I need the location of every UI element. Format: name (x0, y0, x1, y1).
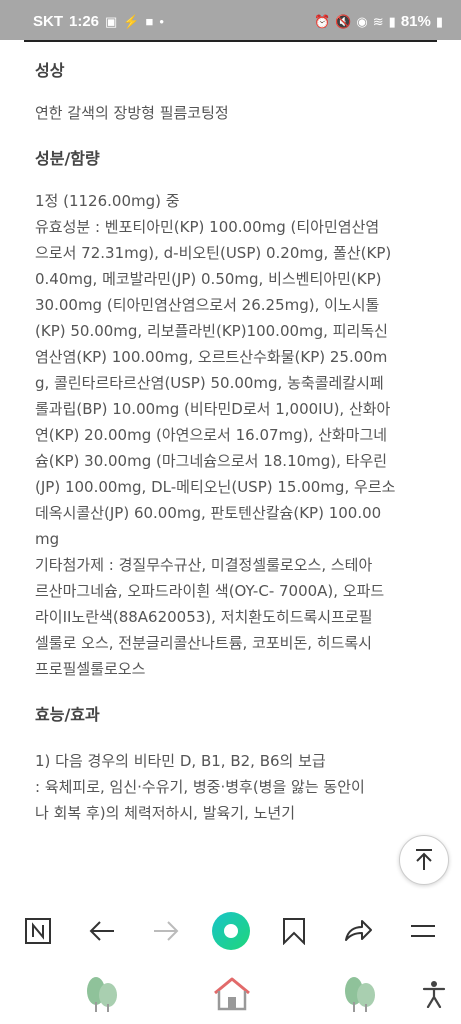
section-line: 연(KP) 20.00mg (아연으로서 16.07mg), 산화마그네 (35, 426, 388, 444)
carrier-label: SKT (33, 13, 63, 30)
tree-icon[interactable] (340, 974, 380, 1014)
section-line: 기타첨가제 : 경질무수규산, 미결정셀룰로오스, 스테아 (35, 556, 373, 574)
drug-info-content: 성상 연한 갈색의 장방형 필름코팅정 성분/함량 1정 (1126.00mg)… (35, 60, 435, 900)
signal-off-icon: ⚡ (123, 13, 140, 29)
bookmark-icon[interactable] (276, 913, 312, 949)
section-line: 0.40mg, 메코발라민(JP) 0.50mg, 비스벤티아민(KP) (35, 270, 382, 288)
arrow-up-icon (416, 849, 432, 870)
alarm-icon: ⏰ (314, 13, 331, 29)
scroll-to-top-button[interactable] (399, 835, 449, 885)
home-icon[interactable] (211, 974, 253, 1014)
naver-n-icon[interactable] (20, 913, 56, 949)
section-line: mg (35, 530, 60, 548)
system-navbar (0, 962, 461, 1024)
section-line: g, 콜린타르타르산염(USP) 50.00mg, 농축콜레칼시페 (35, 374, 384, 392)
section-line: 연한 갈색의 장방형 필름코팅정 (35, 104, 229, 122)
green-circle-icon[interactable] (211, 911, 251, 951)
section-heading: 성분/함량 (35, 149, 100, 168)
section-heading: 효능/효과 (35, 705, 100, 724)
location-icon: ◉ (356, 13, 368, 29)
section-heading: 성상 (35, 61, 65, 80)
mute-icon: 🔇 (335, 13, 352, 29)
battery-label: 81% (400, 13, 431, 30)
section-line: 셀룰로 오스, 전분글리콜산나트륨, 코포비돈, 히드록시 (35, 634, 372, 652)
section-line: 슘(KP) 30.00mg (마그네슘으로서 18.10mg), 타우린 (35, 452, 388, 470)
accessibility-icon[interactable] (420, 974, 448, 1014)
cell-signal-icon: ▮ (388, 13, 396, 29)
status-bar: SKT 1:26 ▣ ⚡ ■ • ⏰ 🔇 ◉ ≋ ▮ 81% ▮ (0, 0, 461, 40)
section-line: 르산마그네슘, 오파드라이흰 색(OY-C- 7000A), 오파드 (35, 582, 385, 600)
section-line: (KP) 50.00mg, 리보플라빈(KP)100.00mg, 피리독신 (35, 322, 388, 340)
battery-icon: ▮ (435, 13, 443, 29)
browser-toolbar (0, 900, 461, 962)
gallery-icon: ▣ (105, 13, 118, 29)
wifi-icon: ≋ (372, 13, 384, 29)
content-fade (0, 880, 461, 902)
tree-icon[interactable] (82, 974, 122, 1014)
section-line: (JP) 100.00mg, DL-메티오닌(USP) 15.00mg, 우르소 (35, 478, 396, 496)
note-icon: ■ (145, 14, 154, 29)
forward-arrow-icon[interactable] (148, 913, 184, 949)
section-line: : 육체피로, 임신·수유기, 병중·병후(병을 앓는 동안이 (35, 778, 365, 796)
section-line: 프로필셀룰로오스 (35, 660, 146, 678)
section-line: 1정 (1126.00mg) 중 (35, 192, 180, 210)
dot-icon: • (159, 14, 164, 29)
section-line: 으로서 72.31mg), d-비오틴(USP) 0.20mg, 폴산(KP) (35, 244, 392, 262)
section-line: 나 회복 후)의 체력저하시, 발육기, 노년기 (35, 804, 296, 822)
header-divider (24, 40, 437, 42)
section-line: 라이II노란색(88A620053), 저치환도히드록시프로필 (35, 608, 373, 626)
section-line: 염산염(KP) 100.00mg, 오르트산수화물(KP) 25.00m (35, 348, 388, 366)
back-arrow-icon[interactable] (84, 913, 120, 949)
section-line: 롤과립(BP) 10.00mg (비타민D로서 1,000IU), 산화아 (35, 400, 391, 418)
section-line: 유효성분 : 벤포티아민(KP) 100.00mg (티아민염산염 (35, 218, 380, 236)
menu-icon[interactable] (405, 913, 441, 949)
section-line: 데옥시콜산(JP) 60.00mg, 판토텐산칼슘(KP) 100.00 (35, 504, 382, 522)
section-line: 1) 다음 경우의 비타민 D, B1, B2, B6의 보급 (35, 752, 326, 770)
time-label: 1:26 (69, 13, 100, 30)
section-line: 30.00mg (티아민염산염으로서 26.25mg), 이노시톨 (35, 296, 380, 314)
share-icon[interactable] (340, 913, 376, 949)
